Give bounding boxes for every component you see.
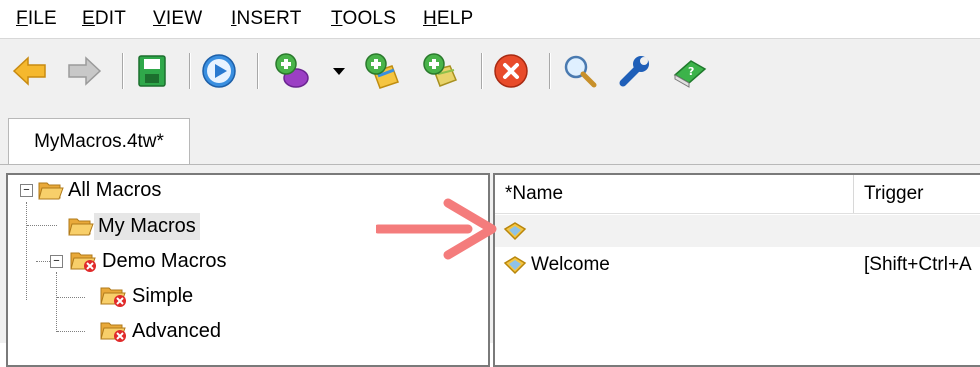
- tree-item-label: Simple: [132, 284, 194, 307]
- dropdown-icon: [333, 68, 345, 75]
- toolbar-separator: [481, 53, 483, 89]
- macro-diamond-icon: [503, 256, 527, 275]
- new-macro-button[interactable]: [272, 51, 312, 91]
- tree-connector: [26, 202, 27, 300]
- menu-edit[interactable]: EDIT: [82, 8, 126, 30]
- forward-arrow-icon: [68, 56, 102, 86]
- new-macro-dropdown[interactable]: [328, 51, 350, 91]
- delete-icon: [494, 54, 528, 88]
- folder-disabled-icon: [100, 322, 126, 342]
- macro-list: *Name Trigger Welcome [Shift+Ctrl+A: [493, 173, 980, 367]
- options-button[interactable]: [615, 51, 655, 91]
- new-clip-button[interactable]: [362, 51, 402, 91]
- toolbar: ?: [0, 38, 980, 107]
- menu-file[interactable]: FILE: [16, 8, 57, 30]
- folder-open-icon: [38, 182, 64, 200]
- tree-connector: [27, 225, 57, 226]
- new-clip-icon: [365, 53, 399, 89]
- menu-help[interactable]: HELP: [423, 8, 473, 30]
- document-tab-strip: MyMacros.4tw*: [0, 106, 980, 165]
- annotation-arrow: [376, 198, 497, 260]
- search-icon: [564, 55, 597, 88]
- menu-view[interactable]: VIEW: [153, 8, 202, 30]
- tree-item-label: My Macros: [94, 212, 200, 240]
- list-row-new-macro[interactable]: [495, 215, 980, 247]
- svg-text:?: ?: [688, 65, 694, 78]
- list-row-welcome[interactable]: Welcome [Shift+Ctrl+A: [495, 249, 980, 281]
- column-header-trigger[interactable]: Trigger: [854, 175, 980, 213]
- save-icon: [138, 55, 166, 87]
- run-button[interactable]: [199, 51, 239, 91]
- find-button[interactable]: [560, 51, 600, 91]
- macro-diamond-icon: [503, 222, 527, 241]
- help-book-icon: ?: [673, 60, 707, 88]
- tree-item-my-macros[interactable]: My Macros: [68, 211, 200, 241]
- save-button[interactable]: [132, 51, 172, 91]
- new-group-icon: [423, 53, 457, 87]
- collapse-toggle[interactable]: −: [20, 184, 33, 197]
- forward-button[interactable]: [64, 51, 104, 91]
- collapse-toggle[interactable]: −: [50, 255, 63, 268]
- list-cell-name: Welcome: [531, 254, 610, 275]
- tree-item-simple[interactable]: Simple: [100, 281, 197, 311]
- tree-connector: [57, 331, 85, 332]
- toolbar-separator: [122, 53, 124, 89]
- run-play-icon: [202, 54, 236, 88]
- column-header-name[interactable]: *Name: [495, 175, 853, 213]
- tree-item-all-macros[interactable]: All Macros: [38, 175, 165, 205]
- menu-bar: FILE EDIT VIEW INSERT TOOLS HELP: [0, 0, 980, 38]
- list-header: *Name Trigger: [495, 175, 980, 214]
- toolbar-separator: [189, 53, 191, 89]
- menu-insert[interactable]: INSERT: [231, 8, 302, 30]
- menu-tools[interactable]: TOOLS: [331, 8, 396, 30]
- folder-open-icon: [68, 218, 94, 236]
- tree-item-demo-macros[interactable]: Demo Macros: [70, 246, 230, 276]
- settings-wrench-icon: [619, 56, 649, 87]
- new-group-button[interactable]: [420, 51, 460, 91]
- toolbar-separator: [257, 53, 259, 89]
- toolbar-separator: [549, 53, 551, 89]
- tree-connector: [56, 272, 57, 332]
- back-arrow-icon: [12, 56, 46, 86]
- tree-connector: [57, 297, 85, 298]
- tree-connector: [36, 261, 50, 262]
- tree-item-advanced[interactable]: Advanced: [100, 316, 225, 346]
- back-button[interactable]: [10, 51, 50, 91]
- tree-item-label: All Macros: [68, 178, 162, 201]
- tab-mymacros[interactable]: MyMacros.4tw*: [8, 118, 190, 165]
- folder-disabled-icon: [100, 287, 126, 307]
- tree-item-label: Demo Macros: [102, 249, 227, 272]
- new-macro-icon: [275, 53, 309, 88]
- tree-item-label: Advanced: [132, 319, 221, 342]
- delete-button[interactable]: [491, 51, 531, 91]
- list-cell-trigger: [Shift+Ctrl+A: [864, 254, 972, 275]
- folder-disabled-icon: [70, 252, 96, 272]
- help-button[interactable]: ?: [670, 51, 710, 91]
